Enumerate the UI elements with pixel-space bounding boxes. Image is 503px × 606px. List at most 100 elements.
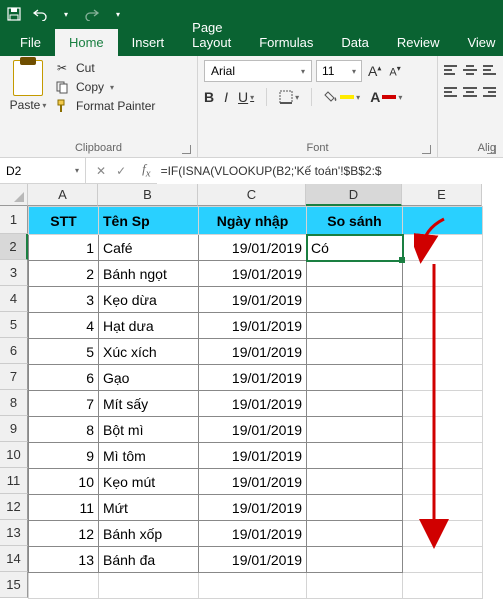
column-header[interactable]: E <box>402 184 482 206</box>
cell[interactable] <box>403 573 483 599</box>
cell[interactable] <box>403 521 483 547</box>
undo-dropdown-icon[interactable]: ▾ <box>58 6 74 22</box>
cell[interactable] <box>307 469 403 495</box>
cell[interactable]: 2 <box>29 261 99 287</box>
cell[interactable]: Café <box>99 235 199 261</box>
align-left-button[interactable] <box>444 84 457 100</box>
cell[interactable]: 19/01/2019 <box>199 417 307 443</box>
cell[interactable] <box>307 313 403 339</box>
cell[interactable] <box>307 521 403 547</box>
fx-icon[interactable]: fx <box>136 161 156 180</box>
cell[interactable]: Xúc xích <box>99 339 199 365</box>
cell[interactable] <box>199 573 307 599</box>
cell[interactable] <box>403 495 483 521</box>
row-header[interactable]: 7 <box>0 364 28 390</box>
undo-icon[interactable] <box>32 6 48 22</box>
italic-button[interactable]: I <box>224 89 228 105</box>
row-header[interactable]: 10 <box>0 442 28 468</box>
row-header[interactable]: 3 <box>0 260 28 286</box>
tab-file[interactable]: File <box>6 29 55 56</box>
tab-view[interactable]: View <box>453 29 503 56</box>
redo-icon[interactable] <box>84 6 100 22</box>
select-all-corner[interactable] <box>0 184 28 206</box>
decrease-font-button[interactable]: A▾ <box>387 64 402 79</box>
cell[interactable]: Bánh ngọt <box>99 261 199 287</box>
tab-page-layout[interactable]: Page Layout <box>178 14 245 56</box>
row-header[interactable]: 4 <box>0 286 28 312</box>
row-header[interactable]: 5 <box>0 312 28 338</box>
cell[interactable]: Mít sấy <box>99 391 199 417</box>
name-box[interactable]: D2 ▾ <box>0 158 86 184</box>
cell[interactable]: 5 <box>29 339 99 365</box>
font-color-button[interactable]: A ▾ <box>370 89 402 105</box>
cell[interactable]: Có <box>307 235 403 261</box>
cell[interactable] <box>403 365 483 391</box>
cell[interactable] <box>403 287 483 313</box>
align-bottom-button[interactable] <box>483 62 496 78</box>
cell[interactable]: Tên Sp <box>99 207 199 235</box>
row-header[interactable]: 8 <box>0 390 28 416</box>
cell[interactable]: So sánh <box>307 207 403 235</box>
cell[interactable]: 13 <box>29 547 99 573</box>
cell[interactable]: Kẹo mút <box>99 469 199 495</box>
cancel-formula-icon[interactable]: ✕ <box>96 164 106 178</box>
cell[interactable]: 19/01/2019 <box>199 313 307 339</box>
cell[interactable] <box>307 443 403 469</box>
row-header[interactable]: 15 <box>0 572 28 598</box>
cell[interactable]: 11 <box>29 495 99 521</box>
cell[interactable]: 8 <box>29 417 99 443</box>
cell[interactable]: Ngày nhập <box>199 207 307 235</box>
tab-formulas[interactable]: Formulas <box>245 29 327 56</box>
cell[interactable]: Mì tôm <box>99 443 199 469</box>
cell[interactable]: 19/01/2019 <box>199 521 307 547</box>
paste-button[interactable]: Paste▾ <box>6 60 50 114</box>
formula-input[interactable] <box>157 158 503 184</box>
row-header[interactable]: 1 <box>0 206 28 234</box>
tab-review[interactable]: Review <box>383 29 454 56</box>
cell[interactable] <box>307 547 403 573</box>
row-header[interactable]: 2 <box>0 234 28 260</box>
cell[interactable]: Gạo <box>99 365 199 391</box>
row-header[interactable]: 13 <box>0 520 28 546</box>
underline-button[interactable]: U▾ <box>238 89 254 105</box>
cell[interactable]: 19/01/2019 <box>199 443 307 469</box>
cut-button[interactable]: ✂ Cut <box>54 60 155 76</box>
cell[interactable] <box>307 573 403 599</box>
cell[interactable]: 10 <box>29 469 99 495</box>
cell[interactable]: Kẹo dừa <box>99 287 199 313</box>
increase-font-button[interactable]: A▴ <box>366 63 383 79</box>
cell[interactable] <box>403 469 483 495</box>
cell[interactable] <box>307 287 403 313</box>
format-painter-button[interactable]: Format Painter <box>54 98 155 114</box>
align-top-button[interactable] <box>444 62 457 78</box>
fill-color-button[interactable]: ▾ <box>324 91 360 103</box>
column-header[interactable]: C <box>198 184 306 206</box>
cell[interactable] <box>307 365 403 391</box>
bold-button[interactable]: B <box>204 89 214 105</box>
row-header[interactable]: 11 <box>0 468 28 494</box>
cell[interactable]: 4 <box>29 313 99 339</box>
cell[interactable]: Hạt dưa <box>99 313 199 339</box>
cell[interactable] <box>403 207 483 235</box>
cell[interactable]: 19/01/2019 <box>199 547 307 573</box>
column-header[interactable]: D <box>306 184 402 206</box>
cell[interactable] <box>99 573 199 599</box>
cell[interactable] <box>403 313 483 339</box>
cell[interactable] <box>403 417 483 443</box>
cell[interactable] <box>307 417 403 443</box>
align-center-button[interactable] <box>463 84 476 100</box>
cell[interactable] <box>403 391 483 417</box>
cell[interactable]: 19/01/2019 <box>199 365 307 391</box>
cell[interactable]: 19/01/2019 <box>199 495 307 521</box>
cell[interactable] <box>403 339 483 365</box>
cell[interactable] <box>403 547 483 573</box>
border-button[interactable]: ▾ <box>279 90 299 104</box>
save-icon[interactable] <box>6 6 22 22</box>
cell[interactable] <box>403 443 483 469</box>
tab-insert[interactable]: Insert <box>118 29 179 56</box>
align-right-button[interactable] <box>483 84 496 100</box>
cell[interactable]: 12 <box>29 521 99 547</box>
align-middle-button[interactable] <box>463 62 476 78</box>
column-header[interactable]: B <box>98 184 198 206</box>
cell[interactable]: 6 <box>29 365 99 391</box>
